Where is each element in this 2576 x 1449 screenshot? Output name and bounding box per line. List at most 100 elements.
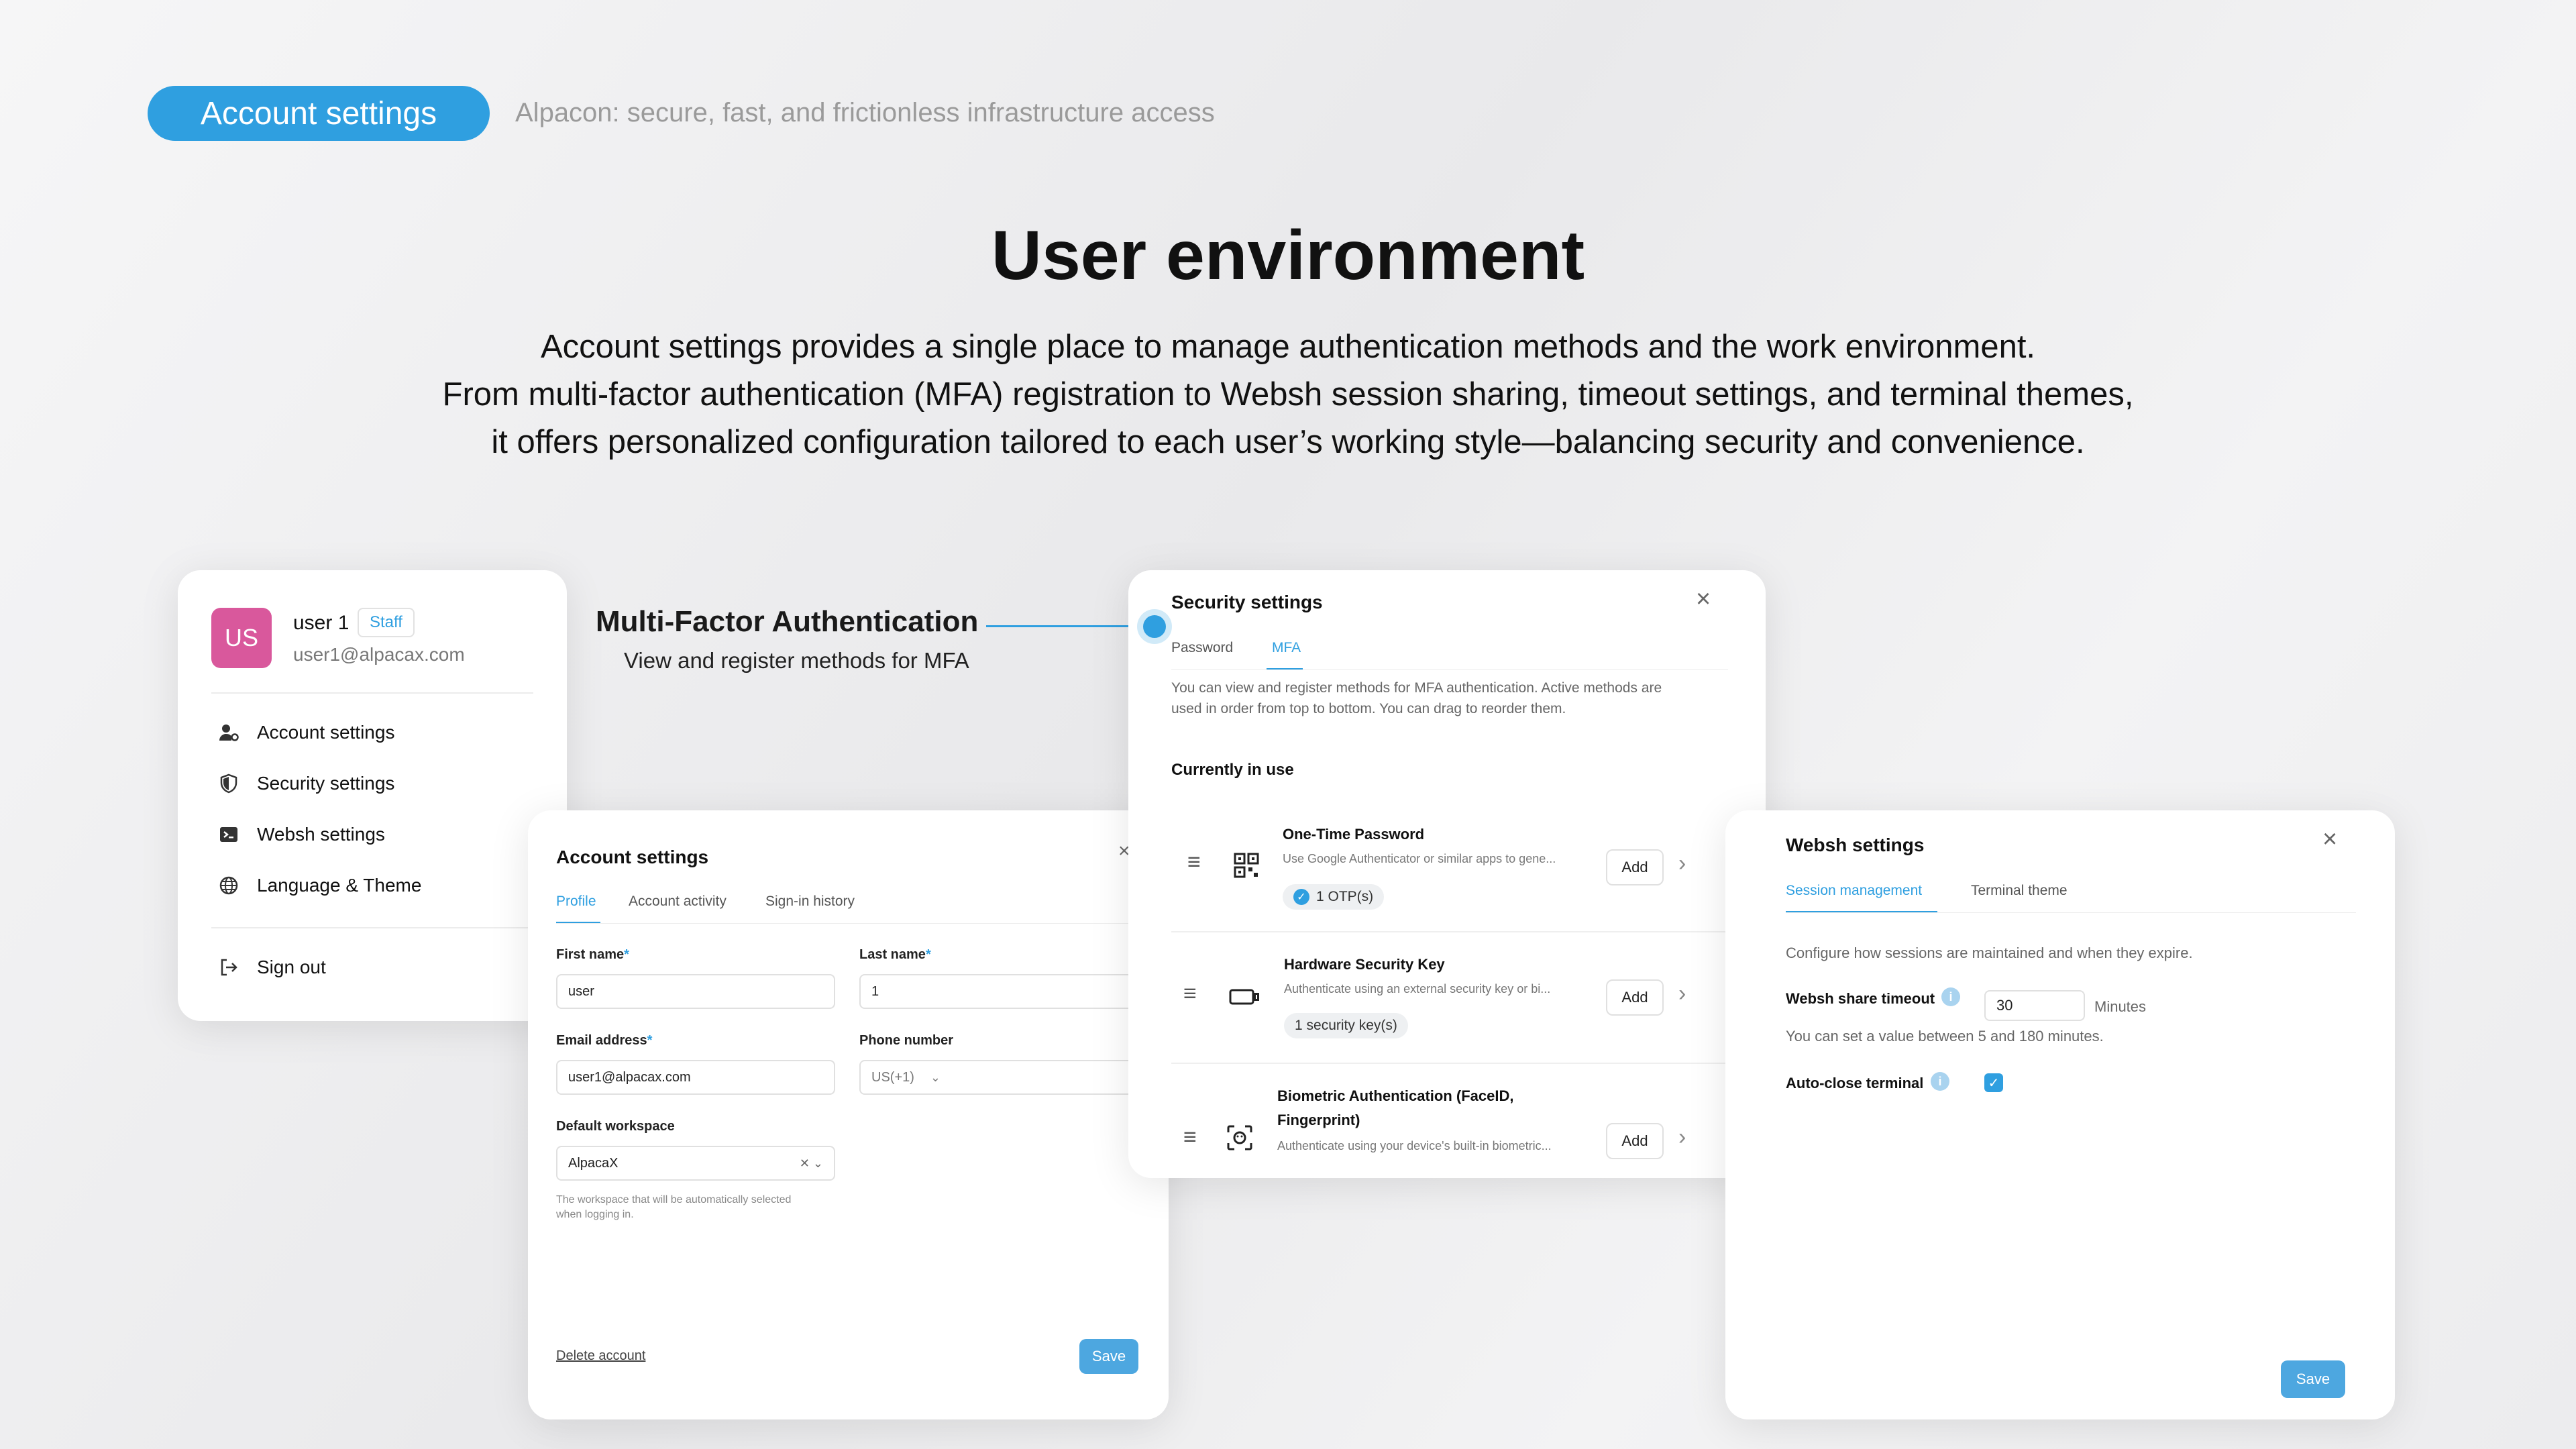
tab-profile[interactable]: Profile [556,894,596,910]
timeout-input[interactable]: 30 [1984,990,2085,1021]
card-title: Account settings [556,847,709,867]
timeout-label: Websh share timeout [1786,990,1935,1007]
last-name-field[interactable]: 1 [859,974,1138,1009]
menu-item-label: Account settings [257,722,395,743]
hero-line: it offers personalized configuration tai… [491,424,2085,460]
divider [211,692,533,694]
sign-out-label: Sign out [257,957,326,977]
tagline: Alpacon: secure, fast, and frictionless … [515,98,1215,127]
autoclose-label: Auto-close terminal [1786,1075,1924,1091]
role-badge: Staff [358,608,415,637]
page-title: User environment [991,217,1585,294]
tab-password[interactable]: Password [1171,640,1233,656]
row-separator [1171,1063,1728,1064]
method-title: One-Time Password [1283,826,1425,843]
chevron-right-icon[interactable]: › [1678,981,1686,1007]
method-description: Use Google Authenticator or similar apps… [1283,852,1556,865]
autoclose-checkbox[interactable]: ✓ [1984,1073,2003,1092]
method-description: Authenticate using an external security … [1284,982,1551,996]
label-text: First name [556,947,625,962]
phone-country-select[interactable]: US(+1) ⌄ [859,1060,1138,1095]
security-settings-card: Security settings × Password MFA You can… [1128,570,1766,1178]
user-email: user1@alpacax.com [293,644,465,665]
save-button[interactable]: Save [2281,1360,2345,1398]
timeout-unit: Minutes [2094,998,2147,1015]
otp-count-chip: ✓ 1 OTP(s) [1283,884,1385,910]
help-line: The workspace that will be automatically… [556,1194,792,1205]
session-description: Configure how sessions are maintained an… [1786,945,2193,961]
chevron-down-icon: ⌄ [930,1070,941,1084]
user-menu-card: US user 1 Staff user1@alpacax.com Accoun… [178,570,567,1021]
add-otp-button[interactable]: Add [1606,849,1664,885]
workspace-select[interactable]: AlpacaX ✕ ⌄ [556,1146,835,1181]
last-name-label: Last name* [859,947,931,963]
help-line: when logging in. [556,1209,634,1220]
globe-icon [219,876,238,895]
close-icon[interactable]: × [1696,585,1711,614]
close-icon[interactable]: × [2322,825,2337,854]
method-title: Hardware Security Key [1284,956,1445,973]
card-title: Security settings [1171,592,1323,612]
phone-label: Phone number [859,1033,954,1048]
divider [556,923,1140,924]
websh-settings-card: Websh settings × Session management Term… [1725,810,2395,1419]
section-title: Currently in use [1171,761,1294,779]
callout-title: Multi-Factor Authentication [596,605,979,638]
info-icon[interactable]: i [1941,987,1960,1006]
workspace-label: Default workspace [556,1119,675,1134]
workspace-value: AlpacaX [568,1155,619,1171]
callout-dot [1143,615,1166,638]
menu-item-language-theme[interactable]: Language & Theme [218,875,421,896]
tab-mfa[interactable]: MFA [1272,640,1301,656]
section-pill: Account settings [148,86,490,141]
menu-item-label: Language & Theme [257,875,422,896]
label-text: Email address [556,1033,647,1048]
required-mark: * [925,947,931,962]
tab-account-activity[interactable]: Account activity [629,894,727,910]
user-name: user 1 [293,612,350,634]
mfa-info: You can view and register methods for MF… [1171,678,1662,719]
menu-item-label: Security settings [257,773,395,794]
avatar[interactable]: US [211,608,272,668]
menu-item-account-settings[interactable]: Account settings [218,722,394,743]
tab-session-management[interactable]: Session management [1786,883,1922,899]
clear-chevron-icons[interactable]: ✕ ⌄ [800,1157,823,1171]
sign-out-icon [221,959,237,976]
security-key-icon [1229,989,1259,1005]
chip-label: 1 OTP(s) [1316,889,1374,904]
menu-item-websh-settings[interactable]: Websh settings [218,824,385,845]
timeout-help: You can set a value between 5 and 180 mi… [1786,1028,2104,1044]
chevron-right-icon[interactable]: › [1678,1124,1686,1150]
email-label: Email address* [556,1033,652,1049]
account-settings-card: Account settings × Profile Account activ… [528,810,1169,1419]
add-security-key-button[interactable]: Add [1606,979,1664,1016]
menu-item-label: Websh settings [257,824,385,845]
info-line: You can view and register methods for MF… [1171,680,1662,696]
drag-handle-icon[interactable]: ≡ [1183,1124,1197,1150]
drag-handle-icon[interactable]: ≡ [1187,849,1201,875]
tab-terminal-theme[interactable]: Terminal theme [1971,883,2068,899]
info-line: used in order from top to bottom. You ca… [1171,701,1566,716]
info-icon[interactable]: i [1931,1072,1949,1091]
tab-sign-in-history[interactable]: Sign-in history [765,894,855,910]
method-title-line: Fingerprint) [1277,1112,1360,1128]
qr-code-icon [1234,853,1259,878]
card-title: Websh settings [1786,835,1925,855]
first-name-field[interactable]: user [556,974,835,1009]
sign-out-button[interactable]: Sign out [218,957,326,978]
label-text: Last name [859,947,926,962]
shield-icon [220,773,237,794]
menu-item-security-settings[interactable]: Security settings [218,773,394,794]
divider [211,927,533,928]
chevron-right-icon[interactable]: › [1678,851,1686,877]
drag-handle-icon[interactable]: ≡ [1183,981,1197,1007]
delete-account-link[interactable]: Delete account [556,1348,645,1364]
add-biometric-button[interactable]: Add [1606,1123,1664,1159]
method-description: Authenticate using your device's built-i… [1277,1139,1552,1152]
callout-subtitle: View and register methods for MFA [624,648,969,673]
row-separator [1171,931,1728,932]
method-title: Biometric Authentication (FaceID, Finger… [1277,1084,1513,1132]
hero-line: From multi-factor authentication (MFA) r… [442,376,2134,413]
email-field[interactable]: user1@alpacax.com [556,1060,835,1095]
save-button[interactable]: Save [1079,1339,1138,1374]
